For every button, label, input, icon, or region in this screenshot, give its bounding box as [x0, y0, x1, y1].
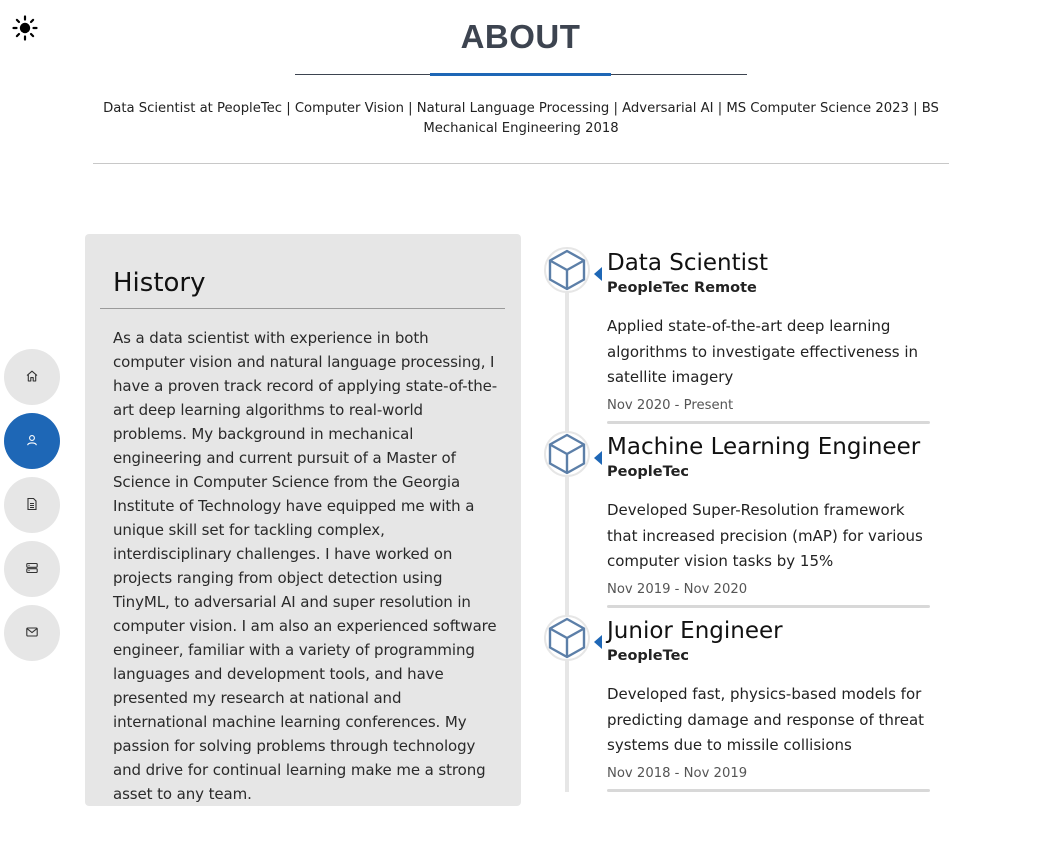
nav-about-button[interactable] [4, 413, 60, 469]
cube-icon [544, 614, 590, 662]
cube-icon [544, 246, 590, 294]
job-description: Developed fast, physics-based models for… [607, 685, 925, 754]
history-card: History As a data scientist with experie… [85, 234, 521, 806]
job-description: Applied state-of-the-art deep learning a… [607, 317, 919, 386]
server-icon [25, 560, 39, 579]
item-underline [607, 421, 930, 424]
side-nav [4, 349, 60, 669]
document-icon [25, 496, 39, 515]
nav-home-button[interactable] [4, 349, 60, 405]
job-company: PeopleTec [607, 464, 690, 480]
job-description: Developed Super-Resolution framework tha… [607, 501, 923, 570]
job-title: Junior Engineer [607, 618, 783, 644]
job-dates: Nov 2018 - Nov 2019 [607, 766, 748, 781]
user-icon [25, 432, 39, 451]
mail-icon [25, 624, 39, 643]
timeline-pointer [594, 267, 602, 281]
job-company: PeopleTec Remote [607, 280, 757, 296]
job-dates: Nov 2019 - Nov 2020 [607, 582, 748, 597]
nav-resume-button[interactable] [4, 477, 60, 533]
nav-projects-button[interactable] [4, 541, 60, 597]
history-text: As a data scientist with experience in b… [113, 329, 498, 803]
timeline-line [565, 280, 569, 792]
item-underline [607, 605, 930, 608]
home-icon [25, 368, 39, 387]
page-subtitle: Data Scientist at PeopleTec | Computer V… [103, 101, 939, 136]
section-divider [93, 163, 949, 164]
job-company: PeopleTec [607, 648, 690, 664]
page-title: ABOUT [460, 18, 581, 55]
history-heading: History [113, 268, 206, 298]
timeline-pointer [594, 635, 602, 649]
timeline-pointer [594, 451, 602, 465]
item-underline [607, 789, 930, 792]
job-dates: Nov 2020 - Present [607, 398, 734, 413]
nav-contact-button[interactable] [4, 605, 60, 661]
job-title: Data Scientist [607, 250, 768, 276]
cube-icon [544, 430, 590, 478]
title-accent-bar [430, 73, 611, 76]
about-page: ABOUT Data Scientist at PeopleTec | Comp… [0, 0, 1049, 866]
job-title: Machine Learning Engineer [607, 434, 921, 460]
history-divider [100, 308, 505, 309]
